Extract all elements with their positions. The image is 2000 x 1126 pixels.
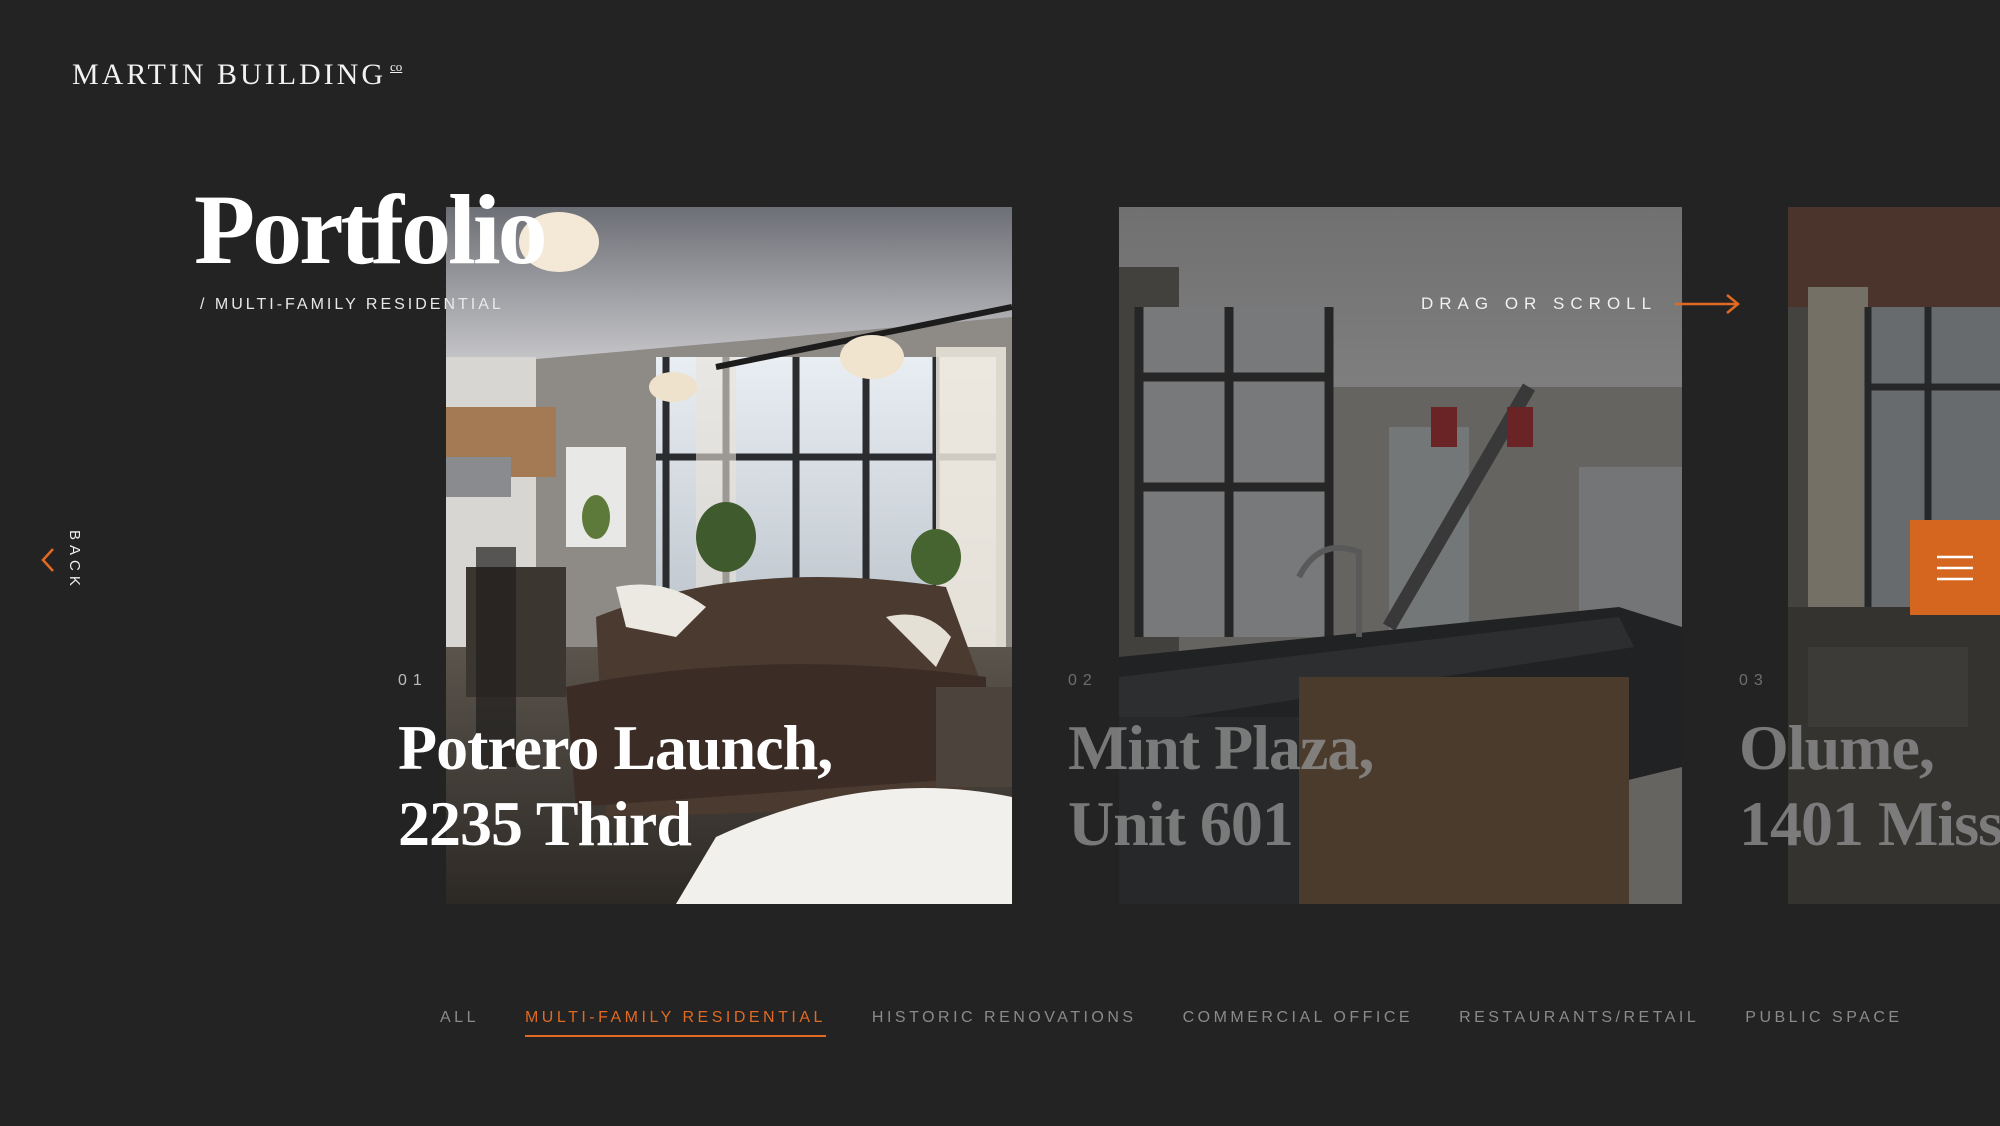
project-name-line1: Mint Plaza, xyxy=(1068,712,1374,783)
category-filters: ALL MULTI-FAMILY RESIDENTIAL HISTORIC RE… xyxy=(440,1009,1903,1037)
filter-restaurants-retail[interactable]: RESTAURANTS/RETAIL xyxy=(1459,1009,1699,1037)
filter-historic-renovations[interactable]: HISTORIC RENOVATIONS xyxy=(872,1009,1137,1037)
page-title: Portfolio xyxy=(194,174,548,285)
project-name-line1: Olume, xyxy=(1739,712,1935,783)
filter-multi-family-residential[interactable]: MULTI-FAMILY RESIDENTIAL xyxy=(524,1009,826,1037)
page-subtitle: / MULTI-FAMILY RESIDENTIAL xyxy=(200,296,504,313)
hamburger-icon xyxy=(1937,555,1973,580)
project-number: 03 xyxy=(1739,672,1769,689)
project-number: 02 xyxy=(1068,672,1098,689)
logo-text: MARTIN BUILDING xyxy=(72,58,387,91)
chevron-left-icon xyxy=(41,548,54,573)
project-name-line2: 1401 Miss xyxy=(1739,788,2000,859)
project-name-line2: 2235 Third xyxy=(398,788,692,859)
portfolio-page: MARTIN BUILDING co Portfolio / MULTI-FAM… xyxy=(0,0,2000,1126)
back-button[interactable]: BACK xyxy=(40,530,83,591)
project-number: 01 xyxy=(398,672,428,689)
project-name-line2: Unit 601 xyxy=(1068,788,1294,859)
project-name-line1: Potrero Launch, xyxy=(398,712,833,783)
filter-all[interactable]: ALL xyxy=(440,1009,479,1037)
project-label-1[interactable]: 01 Potrero Launch, 2235 Third xyxy=(398,672,833,862)
filter-commercial-office[interactable]: COMMERCIAL OFFICE xyxy=(1183,1009,1413,1037)
project-label-3[interactable]: 03 Olume, 1401 Miss xyxy=(1739,672,2000,862)
logo[interactable]: MARTIN BUILDING co xyxy=(72,60,402,90)
arrow-right-icon xyxy=(1675,294,1741,314)
back-label: BACK xyxy=(66,530,83,591)
filter-public-space[interactable]: PUBLIC SPACE xyxy=(1745,1009,1902,1037)
menu-button[interactable] xyxy=(1910,520,2000,615)
drag-hint: DRAG OR SCROLL xyxy=(1421,294,1741,314)
project-label-2[interactable]: 02 Mint Plaza, Unit 601 xyxy=(1068,672,1374,862)
drag-hint-label: DRAG OR SCROLL xyxy=(1421,294,1658,313)
logo-suffix: co xyxy=(390,59,403,74)
